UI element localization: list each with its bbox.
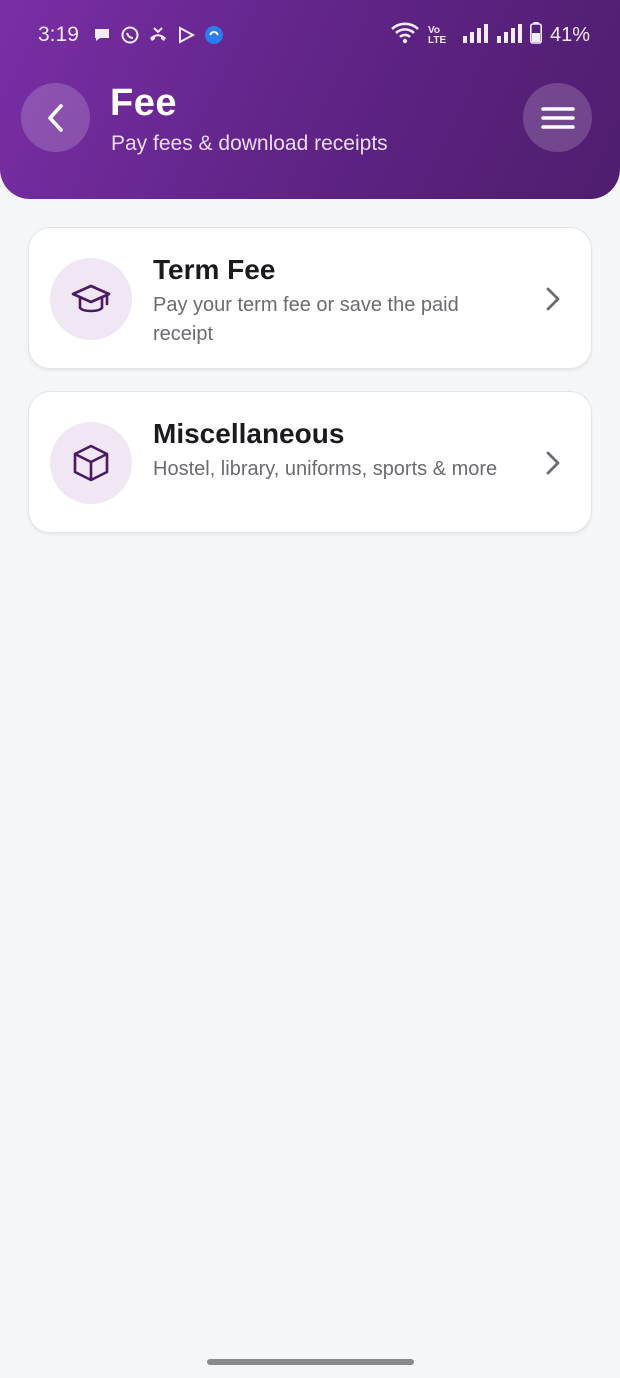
status-bar: 3:19 Vo LTE 41% <box>0 0 620 72</box>
signal-2-icon <box>496 22 522 49</box>
chat-icon <box>92 25 112 45</box>
back-button[interactable] <box>21 83 90 152</box>
signal-1-icon <box>462 22 488 49</box>
term-fee-title: Term Fee <box>153 254 276 285</box>
battery-icon <box>529 22 542 49</box>
chevron-right-icon <box>546 451 560 475</box>
term-fee-description: Pay your term fee or save the paid recei… <box>153 294 459 345</box>
app-notification-icon <box>204 25 224 45</box>
page-subtitle: Pay fees & download receipts <box>111 132 388 155</box>
whatsapp-icon <box>120 25 140 45</box>
miscellaneous-icon-circle <box>50 422 132 504</box>
box-icon <box>73 444 109 482</box>
home-indicator[interactable] <box>207 1359 414 1365</box>
play-store-icon <box>176 25 196 45</box>
menu-button[interactable] <box>523 83 592 152</box>
miscellaneous-title: Miscellaneous <box>153 418 345 449</box>
miscellaneous-card[interactable]: Miscellaneous Hostel, library, uniforms,… <box>28 391 592 533</box>
battery-percentage: 41% <box>549 24 590 46</box>
status-time: 3:19 <box>38 23 79 46</box>
volte-label: Vo LTE <box>427 24 447 46</box>
term-fee-icon-circle <box>50 258 132 340</box>
hamburger-menu-icon <box>540 106 575 129</box>
term-fee-card[interactable]: Term Fee Pay your term fee or save the p… <box>28 227 592 369</box>
graduation-cap-icon <box>71 284 111 313</box>
page-title: Fee <box>110 82 177 124</box>
chevron-right-icon <box>546 287 560 311</box>
notification-icons <box>92 25 224 45</box>
chevron-left-icon <box>47 103 63 132</box>
miscellaneous-description: Hostel, library, uniforms, sports & more <box>153 458 498 480</box>
system-status-icons: Vo LTE 41% <box>390 22 590 49</box>
header: 3:19 Vo LTE 41% Fee Pay fees & download … <box>0 0 620 199</box>
missed-call-icon <box>148 25 168 45</box>
wifi-icon <box>390 22 420 49</box>
